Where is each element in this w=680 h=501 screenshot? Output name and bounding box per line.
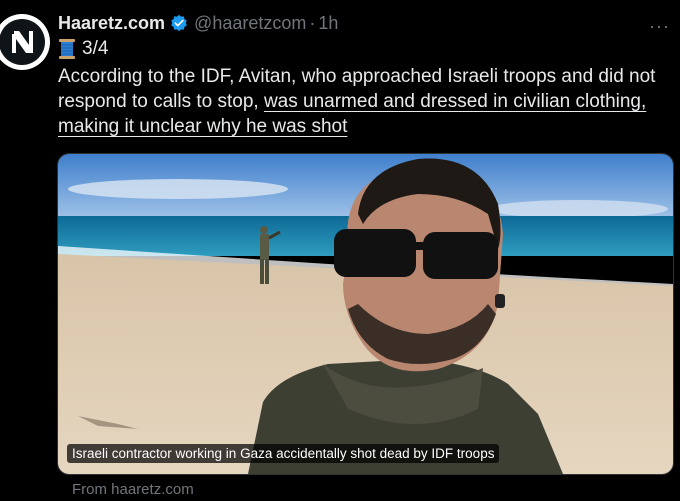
tweet-media-image[interactable] xyxy=(57,153,674,475)
thread-counter-line: 3/4 xyxy=(58,38,108,60)
author-name[interactable]: Haaretz.com xyxy=(58,13,165,34)
more-options-button[interactable]: ··· xyxy=(649,16,670,37)
separator: · xyxy=(309,12,316,33)
thread-counter: 3/4 xyxy=(82,38,109,59)
haaretz-logo-icon xyxy=(0,19,45,65)
tweet-header: Haaretz.com @haaretzcom · 1h ··· xyxy=(58,12,680,37)
timestamp[interactable]: 1h xyxy=(318,13,338,34)
source-link[interactable]: From haaretz.com xyxy=(72,481,194,498)
beach-selfie-image xyxy=(58,154,673,474)
tweet-text: According to the IDF, Avitan, who approa… xyxy=(58,64,658,139)
media-caption: Israeli contractor working in Gaza accid… xyxy=(67,444,500,463)
spool-of-thread-icon xyxy=(59,39,75,59)
verified-badge-icon xyxy=(171,14,187,32)
author-handle[interactable]: @haaretzcom xyxy=(194,13,306,34)
avatar[interactable] xyxy=(0,14,50,70)
